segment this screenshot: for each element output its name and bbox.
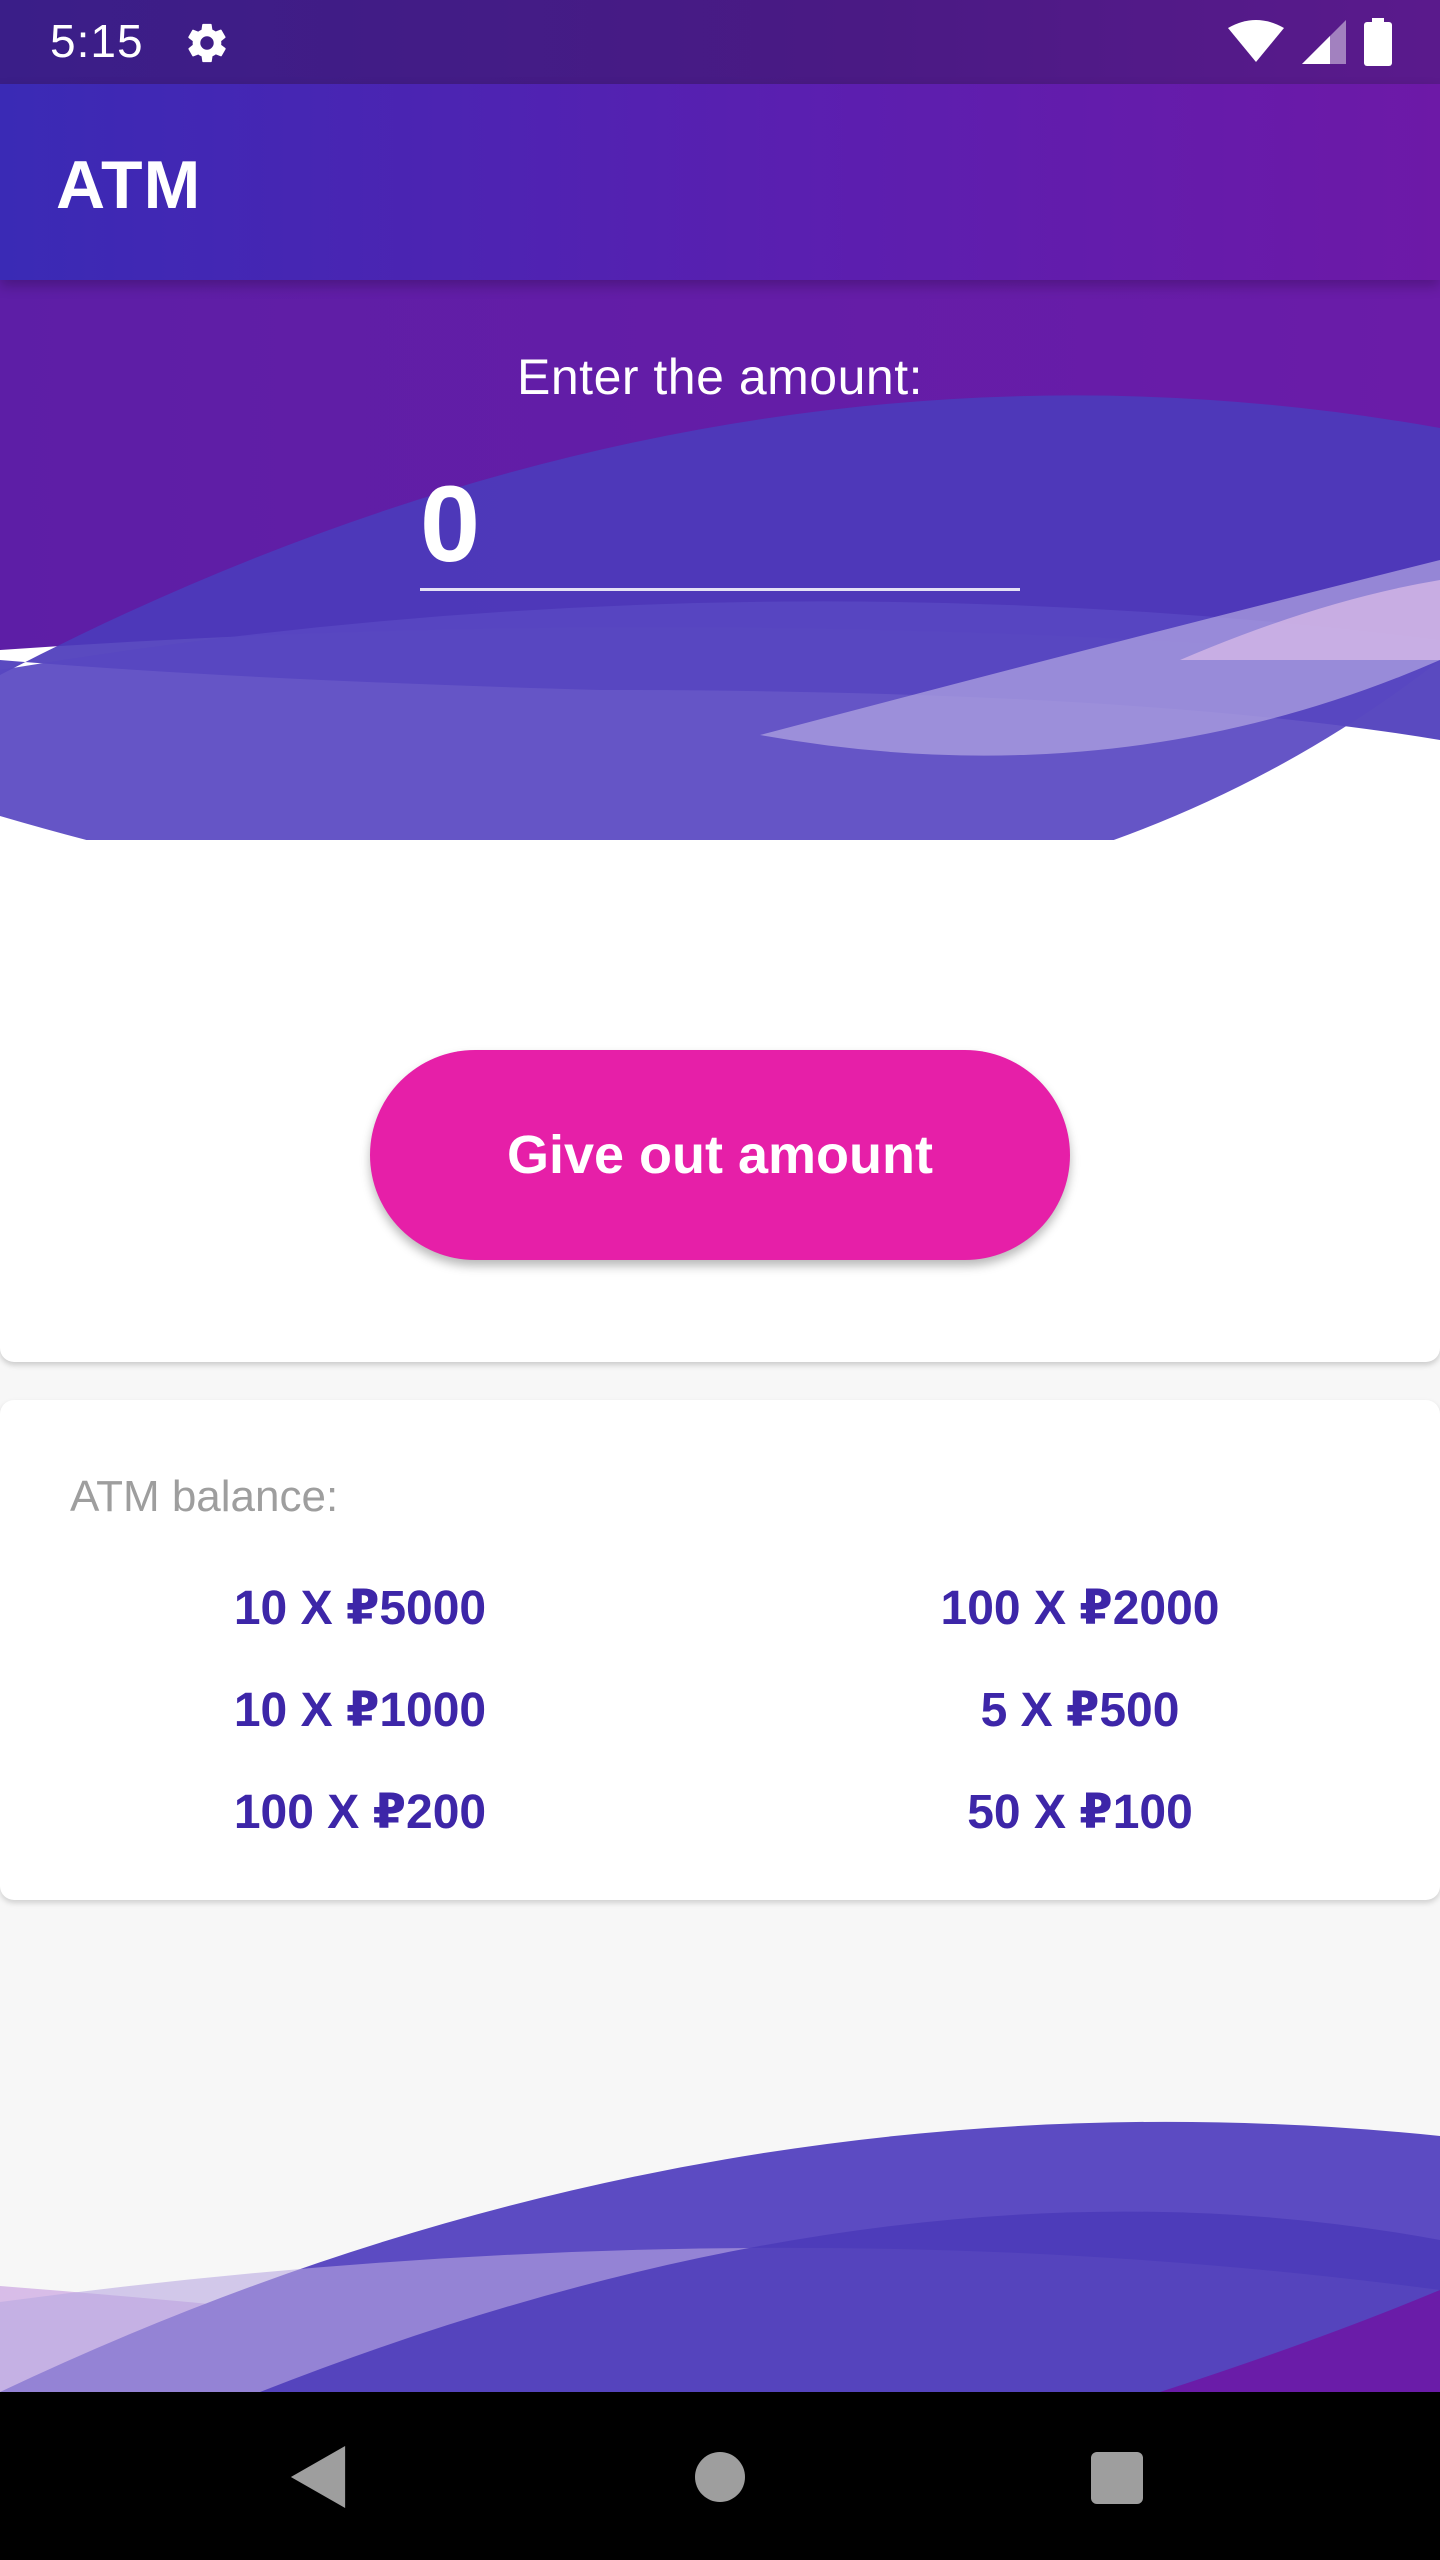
wifi-icon [1228,20,1284,62]
status-bar: 5:15 [0,0,1440,84]
amount-card: Enter the amount: Give out amount [0,280,1440,1362]
status-icons [1228,18,1392,66]
balance-item-2000: 100 X ₽2000 [940,1582,1220,1635]
give-out-amount-button[interactable]: Give out amount [370,1050,1070,1260]
navigation-bar [0,2392,1440,2560]
back-icon[interactable] [290,2446,346,2508]
recents-icon[interactable] [1091,2452,1143,2504]
amount-input[interactable] [420,458,1020,591]
battery-icon [1364,18,1392,66]
app-title: ATM [56,147,202,223]
balance-item-100: 50 X ₽100 [967,1786,1193,1839]
balance-item-500: 5 X ₽500 [980,1684,1180,1737]
status-time: 5:15 [50,15,144,67]
atm-balance-card: ATM balance: 10 X ₽5000 100 X ₽2000 10 X… [0,1400,1440,1900]
balance-item-200: 100 X ₽200 [233,1786,487,1839]
signal-icon [1302,20,1346,64]
balance-item-1000: 10 X ₽1000 [233,1684,487,1737]
app-bar: ATM [0,84,1440,280]
home-icon[interactable] [695,2452,745,2502]
footer-wave-decoration [0,2121,1440,2392]
balance-title: ATM balance: [70,1472,339,1521]
gear-icon [188,23,226,63]
balance-item-5000: 10 X ₽5000 [233,1582,487,1635]
amount-prompt-label: Enter the amount: [517,349,923,405]
